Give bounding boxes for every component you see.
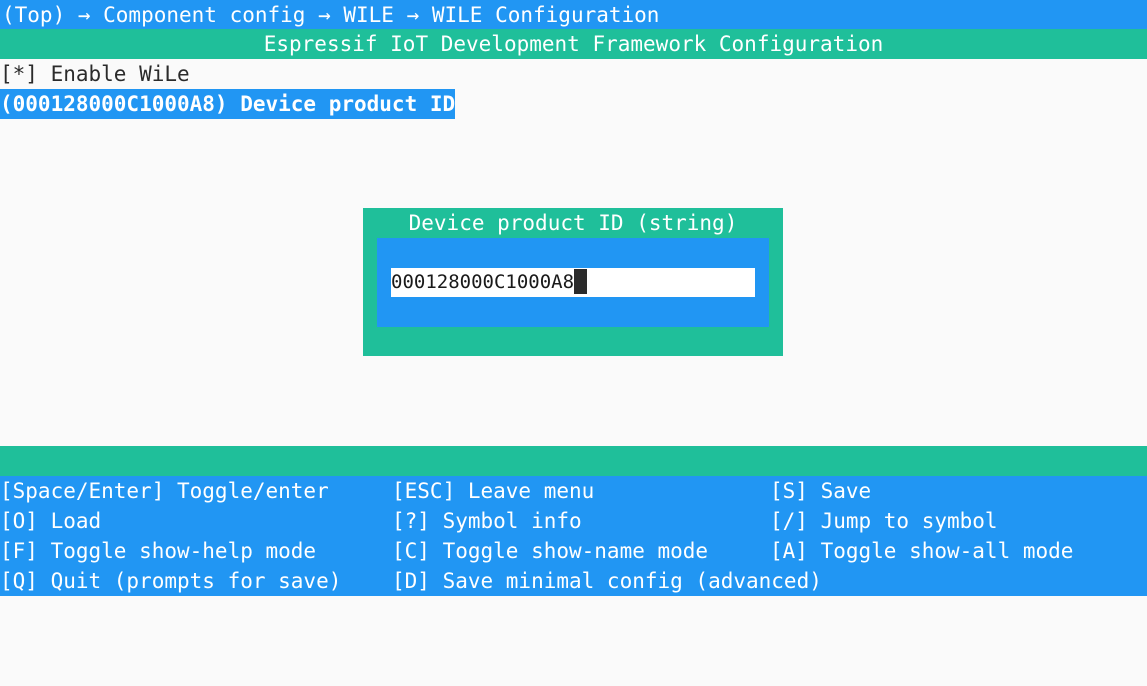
- menu-item-device-product-id[interactable]: (000128000C1000A8) Device product ID: [0, 89, 456, 119]
- help-row: [O] Load [?] Symbol info [/] Jump to sym…: [0, 506, 1147, 536]
- product-id-input[interactable]: 000128000C1000A8: [391, 268, 755, 297]
- help-save: [S] Save: [770, 479, 872, 503]
- text-cursor: [574, 269, 588, 294]
- input-dialog: Device product ID (string) 000128000C100…: [363, 208, 783, 356]
- help-load: [O] Load: [0, 509, 102, 533]
- help-show-help-mode: [F] Toggle show-help mode: [0, 539, 317, 563]
- dialog-body: 000128000C1000A8: [377, 238, 769, 327]
- help-row: [F] Toggle show-help mode [C] Toggle sho…: [0, 536, 1147, 566]
- help-save-minimal-config: [D] Save minimal config (advanced): [392, 569, 822, 593]
- window-title: Espressif IoT Development Framework Conf…: [0, 29, 1147, 59]
- help-quit: [Q] Quit (prompts for save): [0, 569, 342, 593]
- product-id-value: 000128000C1000A8: [391, 271, 575, 293]
- help-symbol-info: [?] Symbol info: [392, 509, 582, 533]
- help-jump-to-symbol: [/] Jump to symbol: [770, 509, 998, 533]
- help-show-all-mode: [A] Toggle show-all mode: [770, 539, 1074, 563]
- help-show-name-mode: [C] Toggle show-name mode: [392, 539, 709, 563]
- help-toggle-enter: [Space/Enter] Toggle/enter: [0, 479, 329, 503]
- status-bar: [0, 446, 1147, 476]
- dialog-title: Device product ID (string): [408, 211, 738, 235]
- help-panel: [Space/Enter] Toggle/enter [ESC] Leave m…: [0, 476, 1147, 596]
- help-row: [Space/Enter] Toggle/enter [ESC] Leave m…: [0, 476, 1147, 506]
- help-leave-menu: [ESC] Leave menu: [392, 479, 595, 503]
- help-row: [Q] Quit (prompts for save) [D] Save min…: [0, 566, 1147, 596]
- breadcrumb: (Top) → Component config → WILE → WILE C…: [0, 0, 1147, 30]
- menu-item-enable-wile[interactable]: [*] Enable WiLe: [0, 59, 190, 89]
